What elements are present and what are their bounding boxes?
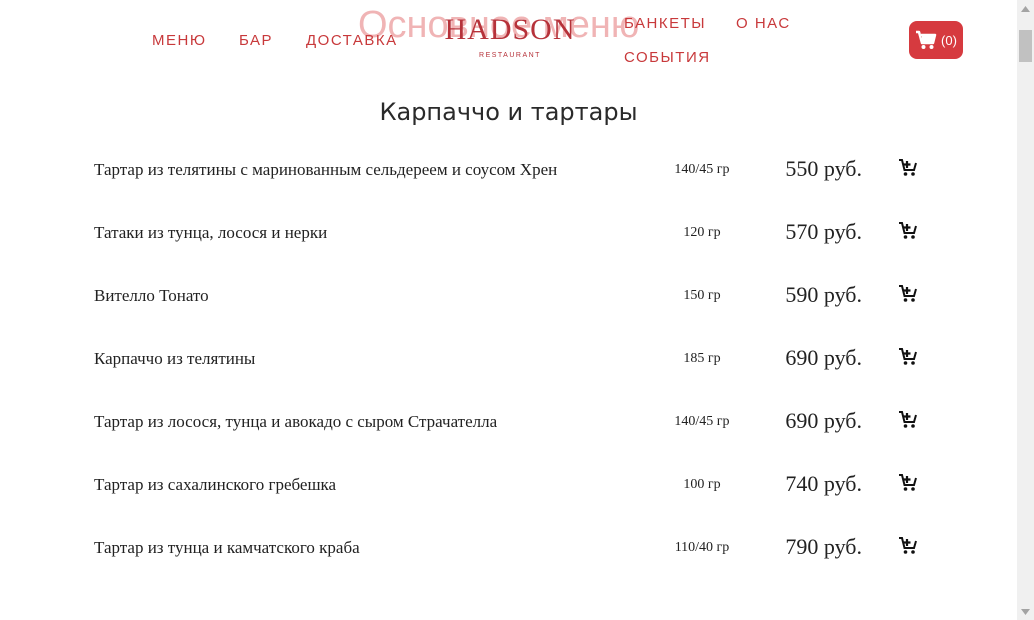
dish-weight: 110/40 гр [674, 540, 730, 555]
nav-banquets[interactable]: БАНКЕТЫ [624, 15, 706, 32]
dish-weight: 185 гр [683, 351, 721, 366]
cart-count: (0) [941, 32, 957, 48]
dish-name: Тартар из лосося, тунца и авокадо с сыро… [94, 412, 498, 431]
menu-item: Тартар из лосося, тунца и авокадо с сыро… [0, 408, 1017, 442]
scroll-up-icon[interactable] [1017, 0, 1034, 17]
dish-price: 570 руб. [785, 219, 862, 244]
cart-plus-icon[interactable] [898, 473, 918, 493]
menu-item: Тартар из сахалинского гребешка 100 гр 7… [0, 471, 1017, 505]
scrollbar[interactable] [1017, 0, 1034, 620]
menu-item: Вителло Тонато 150 гр 590 руб. [0, 282, 1017, 316]
scroll-thumb[interactable] [1019, 30, 1032, 62]
dish-price: 550 руб. [785, 156, 862, 181]
site-header: Основное меню МЕНЮ БАР ДОСТАВКА HADSON R… [0, 0, 1017, 80]
menu-item: Карпаччо из телятины 185 гр 690 руб. [0, 345, 1017, 379]
dish-weight: 150 гр [683, 288, 721, 303]
cart-plus-icon[interactable] [898, 221, 918, 241]
dish-weight: 100 гр [683, 477, 721, 492]
dish-name: Карпаччо из телятины [94, 349, 256, 368]
menu-item: Тартар из тунца и камчатского краба 110/… [0, 534, 1017, 568]
cart-button[interactable]: (0) [909, 21, 963, 59]
dish-price: 590 руб. [785, 282, 862, 307]
section-title: Карпаччо и тартары [379, 98, 638, 126]
menu-item: Татаки из тунца, лосося и нерки 120 гр 5… [0, 219, 1017, 253]
dish-name: Тартар из тунца и камчатского краба [94, 538, 360, 557]
cart-plus-icon[interactable] [898, 410, 918, 430]
dish-price: 740 руб. [785, 471, 862, 496]
scroll-down-icon[interactable] [1017, 603, 1034, 620]
menu-item: Тартар из телятины с маринованным сельде… [0, 156, 1017, 190]
dish-name: Тартар из сахалинского гребешка [94, 475, 337, 494]
dish-weight: 140/45 гр [674, 162, 730, 177]
cart-plus-icon[interactable] [898, 284, 918, 304]
cart-icon [916, 30, 937, 49]
nav-bar[interactable]: БАР [239, 32, 273, 49]
cart-plus-icon[interactable] [898, 158, 918, 178]
dish-name: Тартар из телятины с маринованным сельде… [94, 160, 558, 179]
logo-main: HADSON [444, 13, 576, 46]
nav-about[interactable]: О НАС [736, 15, 791, 32]
nav-delivery[interactable]: ДОСТАВКА [306, 32, 398, 49]
nav-events[interactable]: СОБЫТИЯ [624, 49, 711, 66]
dish-name: Вителло Тонато [94, 286, 209, 305]
cart-plus-icon[interactable] [898, 536, 918, 556]
dish-price: 690 руб. [785, 345, 862, 370]
logo[interactable]: HADSON RESTAURANT [440, 13, 580, 60]
dish-price: 790 руб. [785, 534, 862, 559]
dish-weight: 120 гр [683, 225, 721, 240]
cart-plus-icon[interactable] [898, 347, 918, 367]
dish-price: 690 руб. [785, 408, 862, 433]
logo-sub: RESTAURANT [479, 52, 541, 59]
dish-name: Татаки из тунца, лосося и нерки [94, 223, 328, 242]
nav-menu[interactable]: МЕНЮ [152, 32, 207, 49]
dish-weight: 140/45 гр [674, 414, 730, 429]
